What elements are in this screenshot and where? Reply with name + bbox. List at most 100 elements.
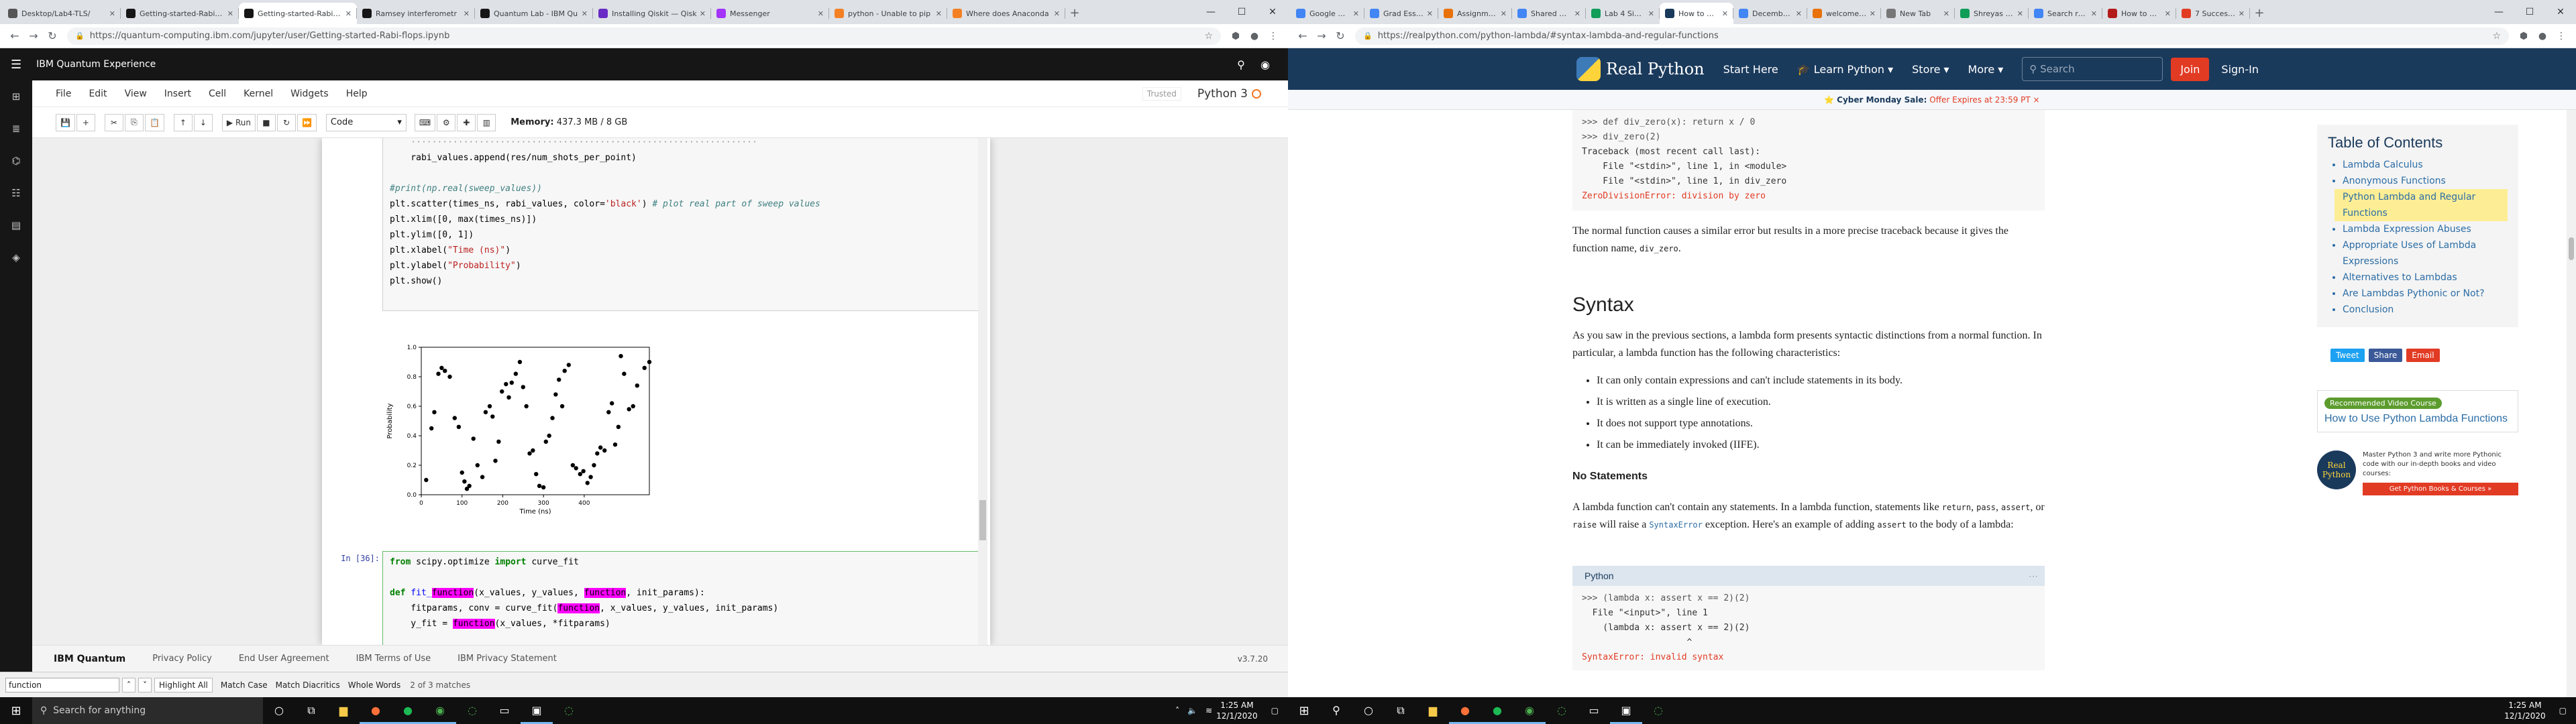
menu-file[interactable]: File xyxy=(56,88,71,99)
close-icon[interactable]: ✕ xyxy=(2545,0,2576,24)
close-tab-icon[interactable]: ✕ xyxy=(1054,9,1060,18)
page-scrollbar[interactable] xyxy=(2567,110,2576,697)
cortana-icon[interactable]: ○ xyxy=(1352,697,1385,724)
footer-link[interactable]: IBM Terms of Use xyxy=(356,654,431,664)
join-button[interactable]: Join xyxy=(2171,57,2210,81)
toc-item[interactable]: Alternatives to Lambdas xyxy=(2343,269,2508,286)
cortana-icon[interactable]: ○ xyxy=(263,697,295,724)
browser-tab[interactable]: Shreyas Vasu✕ xyxy=(1955,3,2029,24)
browser-tab[interactable]: Shared with ✕ xyxy=(1512,3,1586,24)
save-icon[interactable]: 💾 xyxy=(56,113,75,131)
close-icon[interactable]: ✕ xyxy=(1257,0,1288,24)
menu-dots-icon[interactable]: ⋮ xyxy=(2552,31,2571,42)
services-icon[interactable]: ◈ xyxy=(0,241,32,274)
close-tab-icon[interactable]: ✕ xyxy=(109,9,115,18)
chrome-icon[interactable]: ◉ xyxy=(424,697,456,724)
browser-tab[interactable]: Where does Anaconda ✕ xyxy=(947,3,1065,24)
file-explorer-icon[interactable]: ▆ xyxy=(327,697,360,724)
browser-tab[interactable]: python - Unable to pip ✕ xyxy=(829,3,947,24)
chart-icon[interactable]: ▥ xyxy=(477,113,496,131)
maximize-icon[interactable]: ☐ xyxy=(1226,0,1257,24)
browser-tab[interactable]: Installing Qiskit — Qisk ✕ xyxy=(593,3,711,24)
close-tab-icon[interactable]: ✕ xyxy=(936,9,942,18)
menu-edit[interactable]: Edit xyxy=(89,88,107,99)
docs-icon[interactable]: ▤ xyxy=(0,209,32,241)
profile-icon[interactable]: ● xyxy=(1245,31,1264,42)
user-icon[interactable]: ◉ xyxy=(1253,58,1277,71)
windows-start-icon[interactable]: ⊞ xyxy=(1288,704,1320,718)
browser-tab[interactable]: How to Use ✕ xyxy=(1660,3,1733,24)
facebook-share-button[interactable]: Share xyxy=(2368,349,2403,362)
notebook-scrollbar[interactable] xyxy=(978,138,987,645)
footer-brand[interactable]: IBM Quantum xyxy=(54,654,125,664)
menu-insert[interactable]: Insert xyxy=(164,88,191,99)
close-tab-icon[interactable]: ✕ xyxy=(1870,9,1876,18)
toc-item[interactable]: Are Lambdas Pythonic or Not? xyxy=(2343,286,2508,302)
tray-chevron-icon[interactable]: ˄ xyxy=(1175,706,1179,715)
close-tab-icon[interactable]: ✕ xyxy=(1943,9,1949,18)
maximize-icon[interactable]: ☐ xyxy=(2514,0,2545,24)
close-tab-icon[interactable]: ✕ xyxy=(2017,9,2023,18)
monitor-app-icon[interactable]: ▣ xyxy=(1610,697,1642,724)
clock[interactable]: 1:25 AM 12/1/2020 xyxy=(2504,700,2546,721)
chrome-icon[interactable]: ◉ xyxy=(1513,697,1546,724)
footer-link[interactable]: IBM Privacy Statement xyxy=(458,654,557,664)
task-view-icon[interactable]: ⧉ xyxy=(1385,697,1417,724)
match-diacritics-toggle[interactable]: Match Diacritics xyxy=(276,680,340,690)
forward-icon[interactable]: → xyxy=(1312,29,1331,42)
browser-tab[interactable]: Getting-started-Rabi-flo ✕ xyxy=(121,3,239,24)
anaconda-icon[interactable]: ◌ xyxy=(553,697,585,724)
url-field[interactable]: 🔒 https://realpython.com/python-lambda/#… xyxy=(1355,27,2509,45)
course-title[interactable]: How to Use Python Lambda Functions xyxy=(2324,413,2511,425)
nav-more[interactable]: More ▾ xyxy=(1968,63,2004,76)
taskbar-search[interactable]: ⚲ Search for anything xyxy=(32,697,263,724)
new-tab-button[interactable]: + xyxy=(2250,3,2269,24)
stop-icon[interactable]: ■ xyxy=(256,113,276,131)
dashboard-icon[interactable]: ⊞ xyxy=(0,80,32,113)
results-icon[interactable]: ☷ xyxy=(0,177,32,209)
cell-type-select[interactable]: Code ▾ xyxy=(325,113,407,131)
hamburger-icon[interactable]: ☰ xyxy=(11,58,21,72)
code-editor-2[interactable]: from scipy.optimize import curve_fit def… xyxy=(382,551,983,645)
nav-learn-python[interactable]: 🎓 Learn Python ▾ xyxy=(1797,63,1893,76)
volume-icon[interactable]: 🔈 xyxy=(1187,706,1197,715)
browser-tab[interactable]: 7 Successful✕ xyxy=(2176,3,2250,24)
clock[interactable]: 1:25 AM 12/1/2020 xyxy=(1216,700,1258,721)
realpython-logo[interactable]: Real Python xyxy=(1576,57,1705,81)
toc-item[interactable]: Anonymous Functions xyxy=(2343,173,2508,189)
ibm-brand[interactable]: IBM Quantum Experience xyxy=(36,59,156,70)
toc-item[interactable]: Conclusion xyxy=(2343,302,2508,318)
menu-cell[interactable]: Cell xyxy=(209,88,226,99)
menu-dots-icon[interactable]: ⋮ xyxy=(1264,31,1283,42)
close-tab-icon[interactable]: ✕ xyxy=(582,9,588,18)
nav-start-here[interactable]: Start Here xyxy=(1723,63,1778,76)
browser-tab[interactable]: Ramsey interferometr ✕ xyxy=(357,3,475,24)
insert-icon[interactable]: ✚ xyxy=(457,113,476,131)
toc-item[interactable]: Appropriate Uses of Lambda Expressions xyxy=(2343,237,2508,269)
spotify-icon[interactable]: ● xyxy=(1481,697,1513,724)
promo-card[interactable]: Real Python Master Python 3 and write mo… xyxy=(2317,450,2518,495)
scrollbar-thumb[interactable] xyxy=(979,500,986,540)
promo-button[interactable]: Get Python Books & Courses » xyxy=(2363,483,2518,495)
move-down-icon[interactable]: ↓ xyxy=(193,113,213,131)
restart-icon[interactable]: ↻ xyxy=(276,113,296,131)
bookmark-star-icon[interactable]: ☆ xyxy=(1204,31,1213,42)
bookmark-star-icon[interactable]: ☆ xyxy=(2492,31,2501,42)
menu-widgets[interactable]: Widgets xyxy=(290,88,329,99)
anaconda-icon[interactable]: ◌ xyxy=(1642,697,1674,724)
close-tab-icon[interactable]: ✕ xyxy=(1574,9,1580,18)
sale-banner[interactable]: ⭐ Cyber Monday Sale: Offer Expires at 23… xyxy=(1288,90,2576,110)
close-tab-icon[interactable]: ✕ xyxy=(1427,9,1433,18)
recommended-course-card[interactable]: Recommended Video Course How to Use Pyth… xyxy=(2317,390,2518,432)
close-tab-icon[interactable]: ✕ xyxy=(2239,9,2245,18)
reload-icon[interactable]: ↻ xyxy=(1331,29,1350,42)
trusted-badge[interactable]: Trusted xyxy=(1142,86,1181,101)
add-cell-icon[interactable]: + xyxy=(76,113,95,131)
keyboard-icon[interactable]: ⌨ xyxy=(414,113,436,131)
close-tab-icon[interactable]: ✕ xyxy=(700,9,706,18)
windows-start-icon[interactable]: ⊞ xyxy=(0,704,32,718)
run-button[interactable]: ▶ Run xyxy=(221,113,256,131)
code-cell-plot[interactable]: ········································… xyxy=(329,138,983,319)
circle-app-icon[interactable]: ◌ xyxy=(1546,697,1578,724)
browser-tab[interactable]: Quantum Lab - IBM Qu ✕ xyxy=(475,3,593,24)
